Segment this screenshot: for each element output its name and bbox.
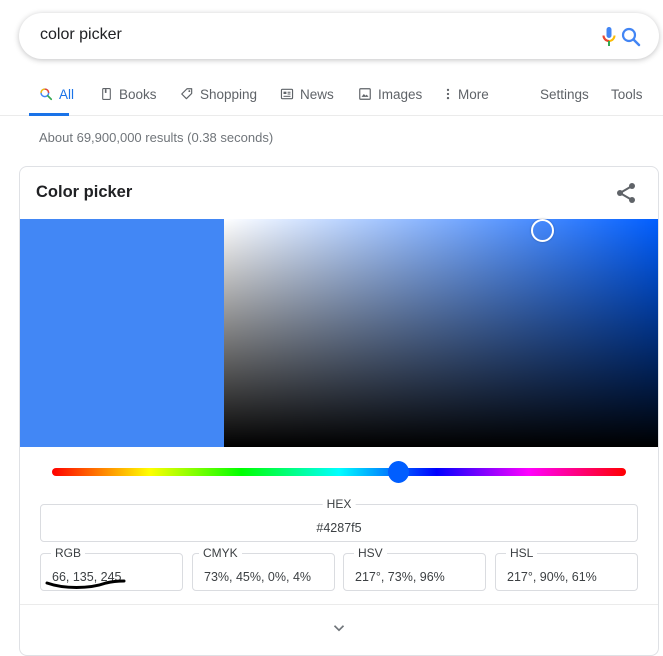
search-input[interactable]: color picker	[40, 26, 122, 44]
tab-news[interactable]: News	[280, 84, 334, 104]
hex-input[interactable]	[41, 505, 637, 541]
tab-settings[interactable]: Settings	[540, 84, 589, 104]
search-icon[interactable]	[619, 25, 643, 49]
selected-color-swatch	[20, 219, 224, 447]
card-title: Color picker	[36, 183, 133, 201]
search-tabs: All Books Shopping News Images More Sett…	[0, 78, 663, 116]
hex-field: HEX	[40, 497, 638, 542]
results-stats: About 69,900,000 results (0.38 seconds)	[39, 130, 274, 145]
chevron-down-icon[interactable]	[330, 619, 348, 637]
tab-all[interactable]: All	[39, 84, 74, 104]
newspaper-icon	[280, 88, 294, 100]
tab-label: Shopping	[200, 86, 258, 102]
saturation-handle[interactable]	[531, 219, 554, 242]
search-bar[interactable]: color picker	[19, 13, 659, 59]
hsl-field: HSL	[495, 546, 638, 591]
value-gradient	[224, 219, 658, 447]
tab-more[interactable]: More	[444, 84, 489, 104]
saturation-value-area[interactable]	[224, 219, 658, 447]
book-icon	[102, 88, 111, 100]
tab-label: More	[458, 86, 489, 102]
cmyk-input[interactable]	[193, 554, 334, 590]
color-picker-card: Color picker HEX RGB CMYK HSV HSL	[19, 166, 659, 656]
tab-images[interactable]: Images	[358, 84, 422, 104]
tab-label: Images	[378, 86, 423, 102]
tab-label: Books	[119, 86, 157, 102]
hue-slider-handle[interactable]	[388, 461, 409, 483]
cmyk-field: CMYK	[192, 546, 335, 591]
tab-tools[interactable]: Tools	[611, 84, 643, 104]
rgb-field: RGB	[40, 546, 183, 591]
microphone-icon[interactable]	[597, 25, 621, 49]
image-icon	[359, 88, 371, 100]
tag-icon	[181, 88, 193, 100]
hsv-input[interactable]	[344, 554, 485, 590]
active-tab-indicator	[29, 113, 69, 116]
hsl-input[interactable]	[496, 554, 637, 590]
tab-label: Tools	[611, 86, 643, 102]
hue-slider[interactable]	[52, 468, 626, 476]
hsv-field: HSV	[343, 546, 486, 591]
more-vert-icon	[446, 88, 450, 100]
tab-label: Settings	[540, 86, 589, 102]
card-divider	[20, 604, 658, 605]
tab-books[interactable]: Books	[100, 84, 157, 104]
tab-label: All	[59, 86, 75, 102]
tab-shopping[interactable]: Shopping	[180, 84, 257, 104]
rgb-input[interactable]	[41, 554, 182, 590]
tab-label: News	[300, 86, 334, 102]
search-icon	[40, 88, 53, 101]
share-icon[interactable]	[614, 181, 638, 205]
